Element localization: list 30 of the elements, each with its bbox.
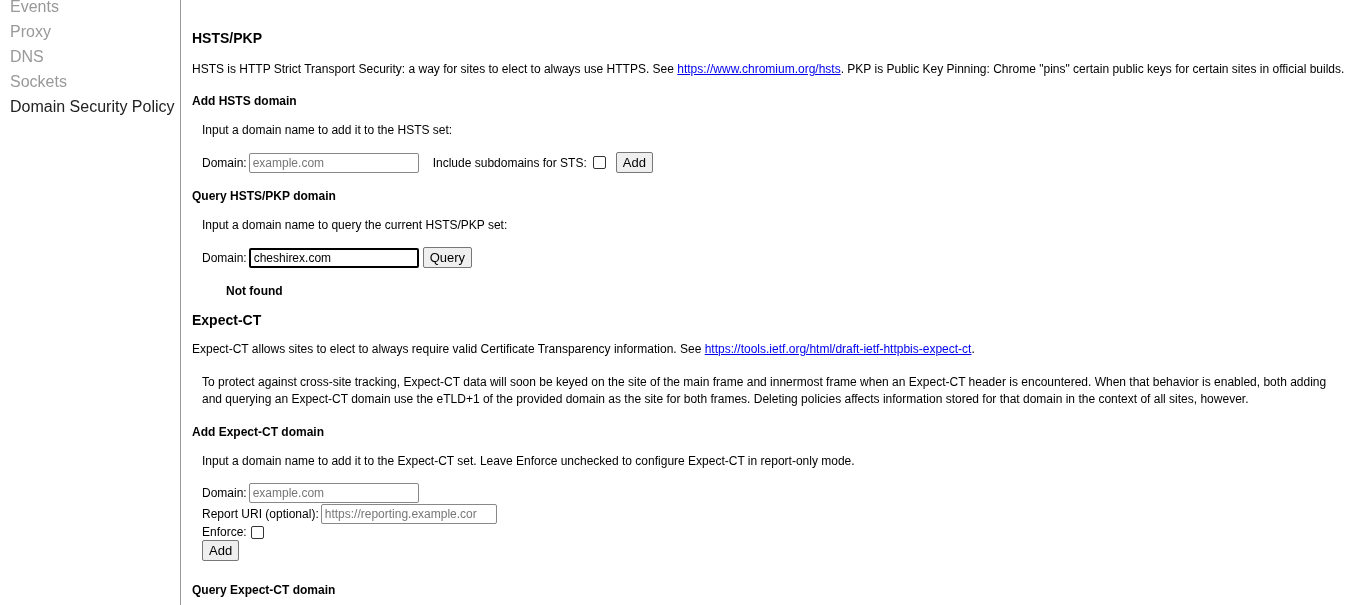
note-text: To protect against cross-site tracking, Expect-CT data will soon be keyed on the site of the main frame and innermost frame when an Expect-CT header is encountered. When that behavior is enabled, both adding and querying an Expect-CT domain use the eTLD+1 of the provided domain as the site for both frames. Deleting policies affects information stored for that domain in the context of all sites, however.	[202, 374, 1328, 408]
query-button[interactable]: Query	[422, 247, 473, 268]
add-button[interactable]: Add	[615, 152, 653, 173]
field-label: Domain:	[202, 486, 247, 500]
domain-field[interactable]: example.com	[248, 483, 419, 503]
query-result: Not found	[226, 284, 284, 298]
instruction-text: Input a domain name to add it to the Expect-CT set. Leave Enforce unchecked to configure Expect-CT in report-only mode.	[202, 454, 856, 468]
section-title: HSTS/PKP	[192, 30, 263, 46]
checkbox[interactable]	[250, 525, 264, 539]
instruction-text: Input a domain name to query the current HSTS/PKP set:	[202, 218, 509, 232]
subsection-title: Query Expect-CT domain	[192, 583, 337, 597]
subsection-title: Add HSTS domain	[192, 94, 298, 108]
subsection-title: Add Expect-CT domain	[192, 425, 325, 439]
description: HSTS is HTTP Strict Transport Security: a way for sites to elect to always use HTTPS. See https://www.chromium.org/hsts. PKP is Public Key Pinning: Chrome "pins" certain public keys for certain sites in official builds.	[192, 62, 1346, 77]
section-title: Expect-CT	[192, 312, 263, 328]
domain-field[interactable]: example.com	[248, 152, 419, 173]
checkbox-label: Enforce:	[202, 525, 247, 539]
subsection-title: Query HSTS/PKP domain	[192, 189, 337, 203]
field-label: Domain:	[202, 155, 247, 170]
checkbox-label: Include subdomains for STS:	[432, 155, 587, 170]
instruction-text: Input a domain name to add it to the HSTS set:	[202, 123, 454, 137]
report-uri-field[interactable]: https://reporting.example.cor	[320, 504, 497, 524]
link[interactable]: https://www.chromium.org/hsts	[677, 62, 841, 76]
description: Expect-CT allows sites to elect to always require valid Certificate Transparency information. See https://tools.ietf.org/html/draft-ietf-httpbis-expect-ct.	[192, 342, 976, 357]
checkbox[interactable]	[592, 156, 606, 169]
field-label: Domain:	[202, 250, 247, 265]
field-label: Report URI (optional):	[202, 507, 319, 521]
sidebar-item[interactable]: Domain Security Policy	[0, 94, 175, 119]
domain-field[interactable]: cheshirex.com	[248, 247, 419, 268]
add-button[interactable]: Add	[202, 540, 240, 561]
